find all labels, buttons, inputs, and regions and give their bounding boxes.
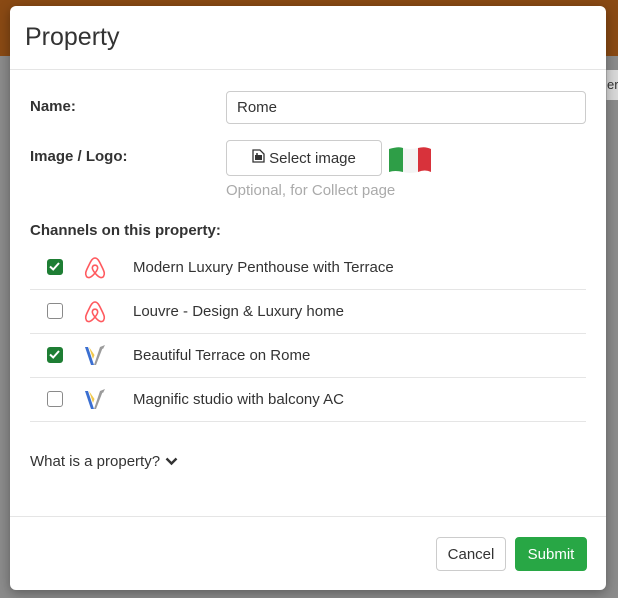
channel-name: Magnific studio with balcony AC [133,391,344,408]
vrbo-icon [82,387,108,413]
italy-flag-icon [387,143,433,175]
property-modal: Property Name: Image / Logo: Select imag… [10,6,606,590]
name-label: Name: [30,98,76,115]
channel-row: Modern Luxury Penthouse with Terrace [30,246,586,290]
modal-footer: Cancel Submit [10,516,606,590]
select-image-button[interactable]: Select image [226,140,382,176]
channel-checkbox[interactable] [47,347,63,363]
name-input[interactable] [226,91,586,124]
channels-heading: Channels on this property: [30,222,221,239]
channel-checkbox[interactable] [47,391,63,407]
modal-title: Property [25,23,120,51]
chevron-down-icon [165,453,178,470]
submit-button[interactable]: Submit [515,537,587,571]
airbnb-icon [82,255,108,281]
modal-body: Name: Image / Logo: Select image Optiona… [10,70,606,516]
channel-row: Beautiful Terrace on Rome [30,334,586,378]
channel-row: Magnific studio with balcony AC [30,378,586,422]
channel-name: Louvre - Design & Luxury home [133,303,344,320]
airbnb-icon [82,299,108,325]
what-is-property-label: What is a property? [30,453,161,470]
channel-checkbox[interactable] [47,259,63,275]
image-icon [252,149,265,167]
backdrop-peek-text: er [606,70,618,100]
channel-row: Louvre - Design & Luxury home [30,290,586,334]
modal-header: Property [10,6,606,70]
image-logo-label: Image / Logo: [30,148,128,165]
what-is-property-toggle[interactable]: What is a property? [30,453,178,470]
select-image-label: Select image [269,149,356,167]
cancel-button[interactable]: Cancel [436,537,506,571]
image-hint: Optional, for Collect page [226,182,396,199]
channel-name: Modern Luxury Penthouse with Terrace [133,259,394,276]
channel-list: Modern Luxury Penthouse with Terrace Lou… [30,246,586,422]
channel-name: Beautiful Terrace on Rome [133,347,311,364]
vrbo-icon [82,343,108,369]
channel-checkbox[interactable] [47,303,63,319]
